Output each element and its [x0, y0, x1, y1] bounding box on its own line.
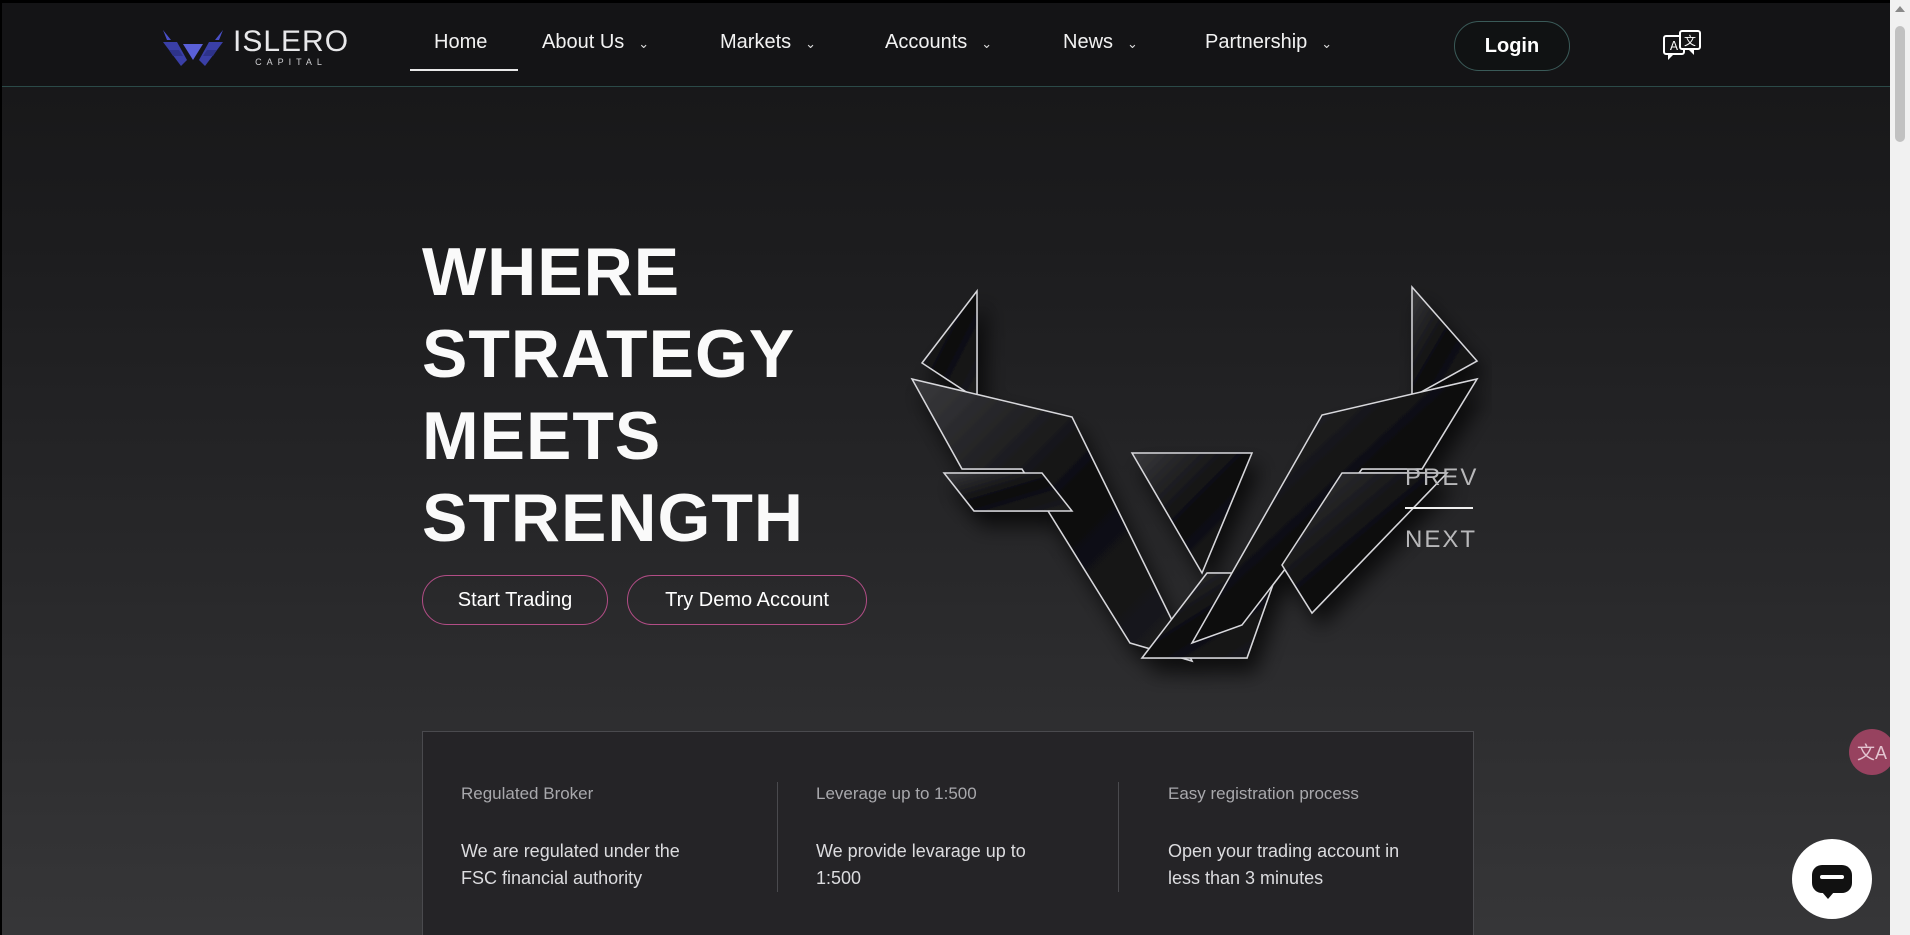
features-panel: Regulated Broker We are regulated under … [422, 731, 1474, 935]
nav-item-label: About Us [542, 31, 625, 53]
nav-item-about-us[interactable]: About Us ⌄ [542, 31, 649, 54]
bull-logo-icon [163, 30, 223, 66]
feature-desc-line: less than 3 minutes [1168, 868, 1324, 888]
brand-sub: CAPITAL [255, 57, 327, 67]
feature-title: Regulated Broker [461, 784, 594, 803]
feature-divider [777, 782, 778, 892]
nav-item-markets[interactable]: Markets ⌄ [720, 31, 816, 54]
page-scrollbar[interactable] [1890, 0, 1910, 935]
chevron-down-icon: ⌄ [1321, 35, 1333, 51]
feature-desc-line: 1:500 [816, 868, 862, 888]
feature-title: Leverage up to 1:500 [816, 784, 977, 803]
feature-regulated: Regulated Broker We are regulated under … [461, 784, 731, 892]
nav-item-accounts[interactable]: Accounts ⌄ [885, 31, 992, 54]
feature-leverage: Leverage up to 1:500 We provide levarage… [816, 784, 1086, 892]
scrollbar-thumb[interactable] [1895, 26, 1905, 142]
slider-next-button[interactable]: NEXT [1405, 526, 1477, 554]
feature-description: We are regulated under the FSC financial… [461, 838, 731, 892]
bull-emblem-graphic [910, 285, 1479, 663]
login-button[interactable]: Login [1454, 21, 1570, 71]
scroll-up-arrow-icon[interactable] [1895, 6, 1905, 12]
nav-item-label: Markets [720, 31, 792, 53]
hero-title-line: MEETS [422, 398, 662, 474]
svg-text:文: 文 [1684, 33, 1696, 48]
translate-fab[interactable]: 文A [1849, 729, 1895, 775]
page: ISLERO CAPITAL Home About Us ⌄ Markets ⌄… [0, 0, 1895, 935]
nav-item-partnership[interactable]: Partnership ⌄ [1205, 31, 1332, 54]
chat-fab[interactable] [1792, 839, 1872, 919]
feature-desc-line: We provide levarage up to [816, 841, 1026, 861]
hero-title-line: STRATEGY [422, 316, 796, 392]
start-trading-button[interactable]: Start Trading [422, 575, 608, 625]
feature-desc-line: Open your trading account in [1168, 841, 1400, 861]
nav-item-label: News [1063, 31, 1114, 53]
brand-logo[interactable]: ISLERO CAPITAL [161, 25, 349, 69]
hero-title-line: STRENGTH [422, 480, 804, 556]
translate-icon[interactable]: A 文 [1662, 29, 1702, 63]
top-nav: ISLERO CAPITAL Home About Us ⌄ Markets ⌄… [2, 3, 1892, 87]
nav-item-label: Partnership [1205, 31, 1308, 53]
chevron-down-icon: ⌄ [981, 35, 993, 51]
hero-title-line: WHERE [422, 234, 681, 310]
slider-prev-button[interactable]: PREV [1405, 464, 1478, 492]
translate-icon: 文A [1856, 743, 1887, 763]
feature-registration: Easy registration process Open your trad… [1168, 784, 1458, 892]
nav-item-news[interactable]: News ⌄ [1063, 31, 1138, 54]
slider-active-indicator [1405, 507, 1473, 509]
chat-icon [1812, 865, 1852, 899]
svg-text:A: A [1670, 39, 1679, 53]
nav-item-label: Home [434, 31, 488, 53]
chevron-down-icon: ⌄ [805, 35, 817, 51]
brand-wordmark: ISLERO CAPITAL [233, 27, 349, 67]
feature-desc-line: FSC financial authority [461, 868, 643, 888]
feature-description: We provide levarage up to 1:500 [816, 838, 1086, 892]
feature-description: Open your trading account in less than 3… [1168, 838, 1458, 892]
feature-title: Easy registration process [1168, 784, 1359, 803]
feature-desc-line: We are regulated under the [461, 841, 680, 861]
hero-title: WHERE STRATEGY MEETS STRENGTH [422, 231, 942, 559]
nav-item-home[interactable]: Home [434, 31, 487, 54]
chevron-down-icon: ⌄ [1127, 35, 1138, 51]
nav-item-label: Accounts [885, 31, 968, 53]
brand-name: ISLERO [233, 25, 350, 58]
feature-divider [1118, 782, 1119, 892]
try-demo-account-button[interactable]: Try Demo Account [627, 575, 867, 625]
active-nav-underline [410, 69, 518, 71]
chevron-down-icon: ⌄ [638, 35, 650, 51]
